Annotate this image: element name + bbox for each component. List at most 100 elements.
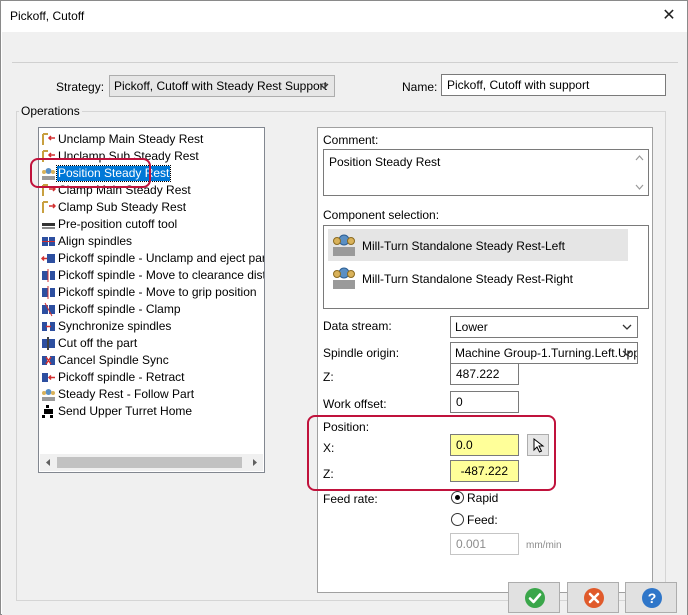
scroll-right-icon[interactable] [250, 458, 259, 467]
retract-icon [42, 373, 55, 382]
strategy-label: Strategy: [56, 80, 105, 94]
component-selection-list[interactable]: Mill-Turn Standalone Steady Rest-Left Mi… [323, 225, 649, 309]
position-z-value: -487.222 [460, 464, 508, 478]
operation-item[interactable]: Pre-position cutoff tool [39, 216, 264, 233]
dialog-content: Strategy: Pickoff, Cutoff with Steady Re… [12, 62, 678, 607]
strategy-select[interactable]: Pickoff, Cutoff with Steady Rest Support [109, 75, 335, 97]
feed-label: Feed: [467, 513, 498, 527]
home-icon [42, 405, 53, 418]
data-stream-label: Data stream: [323, 319, 392, 333]
help-icon: ? [642, 588, 662, 608]
operation-item[interactable]: Pickoff spindle - Move to clearance dist… [39, 267, 265, 284]
operation-item[interactable]: Cut off the part [39, 335, 264, 352]
sync-icon [42, 322, 55, 331]
name-label: Name: [402, 80, 438, 94]
comment-textarea[interactable]: Position Steady Rest [323, 149, 649, 196]
operation-item-label: Synchronize spindles [58, 319, 172, 333]
component-item-left[interactable]: Mill-Turn Standalone Steady Rest-Left [328, 229, 628, 261]
scroll-up-icon[interactable] [635, 154, 644, 161]
component-selection-label: Component selection: [323, 208, 440, 222]
eject-icon [41, 254, 55, 263]
strategy-select-value: Pickoff, Cutoff with Steady Rest Support [114, 79, 327, 93]
feed-rate-label: Feed rate: [323, 492, 378, 506]
z-label: Z: [323, 370, 334, 384]
ok-button[interactable] [508, 582, 560, 613]
operation-item[interactable]: Clamp Sub Steady Rest [39, 199, 264, 216]
operation-item-label: Pickoff spindle - Move to grip position [58, 285, 257, 299]
name-input-value: Pickoff, Cutoff with support [447, 78, 590, 92]
name-input[interactable]: Pickoff, Cutoff with support [441, 74, 666, 96]
component-item-right[interactable]: Mill-Turn Standalone Steady Rest-Right [328, 262, 628, 294]
clamp-icon [42, 201, 56, 213]
spindle-origin-value: Machine Group-1.Turning.Left.Upper [455, 346, 638, 360]
operation-item[interactable]: Align spindles [39, 233, 264, 250]
z-input-value: 487.222 [456, 367, 500, 381]
operation-item-label: Cancel Spindle Sync [58, 353, 169, 367]
position-x-value: 0.0 [456, 438, 473, 452]
chevron-down-icon [622, 324, 632, 330]
svg-text:?: ? [648, 590, 657, 606]
operation-item-label: Unclamp Main Steady Rest [58, 132, 204, 146]
unclamp-icon [42, 133, 55, 145]
feed-radio[interactable] [451, 513, 464, 526]
operation-item-label: Pickoff spindle - Move to clearance dist… [58, 268, 265, 282]
z-input[interactable]: 487.222 [450, 363, 519, 385]
position-z-input[interactable]: -487.222 [450, 460, 519, 482]
operation-item-label: Pickoff spindle - Clamp [58, 302, 181, 316]
move-icon [42, 269, 55, 282]
spindle-origin-label: Spindle origin: [323, 346, 400, 360]
check-icon [525, 588, 545, 608]
cancel-button[interactable] [567, 582, 619, 613]
operations-horizontal-scrollbar[interactable] [40, 454, 263, 471]
component-item-label: Mill-Turn Standalone Steady Rest-Left [362, 239, 565, 253]
operation-item[interactable]: Unclamp Main Steady Rest [39, 131, 264, 148]
position-z-label: Z: [323, 467, 334, 481]
dialog-window: Pickoff, Cutoff ✕ Strategy: Pickoff, Cut… [0, 0, 688, 615]
rapid-radio[interactable] [451, 491, 464, 504]
operation-item[interactable]: Synchronize spindles [39, 318, 264, 335]
pick-position-button[interactable] [527, 434, 549, 456]
scroll-down-icon[interactable] [635, 184, 644, 191]
feed-units-label: mm/min [526, 540, 562, 551]
comment-value: Position Steady Rest [329, 155, 441, 169]
scrollbar-thumb[interactable] [57, 457, 242, 468]
operation-item[interactable]: Steady Rest - Follow Part [39, 386, 264, 403]
work-offset-input[interactable]: 0 [450, 391, 519, 413]
operation-item[interactable]: Pickoff spindle - Unclamp and eject part [39, 250, 265, 267]
position-x-label: X: [323, 441, 335, 455]
operations-group-title: Operations [19, 104, 82, 118]
operation-item[interactable]: Pickoff spindle - Retract [39, 369, 264, 386]
operation-item[interactable]: Cancel Spindle Sync [39, 352, 264, 369]
help-button[interactable]: ? [625, 582, 677, 613]
operation-item-label: Send Upper Turret Home [58, 404, 193, 418]
operation-item-label: Steady Rest - Follow Part [58, 387, 195, 401]
spindle-origin-select[interactable]: Machine Group-1.Turning.Left.Upper [450, 342, 638, 364]
position-x-input[interactable]: 0.0 [450, 434, 519, 456]
operation-item[interactable]: Pickoff spindle - Move to grip position [39, 284, 264, 301]
feed-input[interactable]: 0.001 [450, 533, 519, 555]
operation-item-label: Pre-position cutoff tool [58, 217, 178, 231]
operation-item[interactable]: Send Upper Turret Home [39, 403, 264, 420]
title-bar: Pickoff, Cutoff ✕ [1, 1, 687, 32]
operation-item-label: Pickoff spindle - Unclamp and eject part [58, 251, 265, 265]
operation-item-label: Clamp Sub Steady Rest [58, 200, 187, 214]
operation-item-label: Pickoff spindle - Retract [58, 370, 185, 384]
move-icon [42, 286, 55, 299]
work-offset-label: Work offset: [323, 397, 387, 411]
cancel-icon [584, 588, 604, 608]
scroll-left-icon[interactable] [44, 458, 53, 467]
dialog-client-area: Strategy: Pickoff, Cutoff with Steady Re… [2, 32, 687, 615]
data-stream-select[interactable]: Lower [450, 316, 638, 338]
follow-part-icon [42, 389, 55, 401]
window-title: Pickoff, Cutoff [10, 9, 85, 23]
selected-operation-highlight [30, 158, 151, 188]
close-button[interactable]: ✕ [655, 3, 683, 29]
steady-rest-component-icon [333, 267, 355, 289]
cutoff-tool-icon [42, 223, 55, 229]
operation-item[interactable]: Pickoff spindle - Clamp [39, 301, 264, 318]
component-item-label: Mill-Turn Standalone Steady Rest-Right [362, 272, 573, 286]
work-offset-value: 0 [456, 395, 463, 409]
align-spindles-icon [42, 237, 55, 246]
comment-label: Comment: [323, 133, 379, 147]
position-label: Position: [323, 420, 370, 434]
